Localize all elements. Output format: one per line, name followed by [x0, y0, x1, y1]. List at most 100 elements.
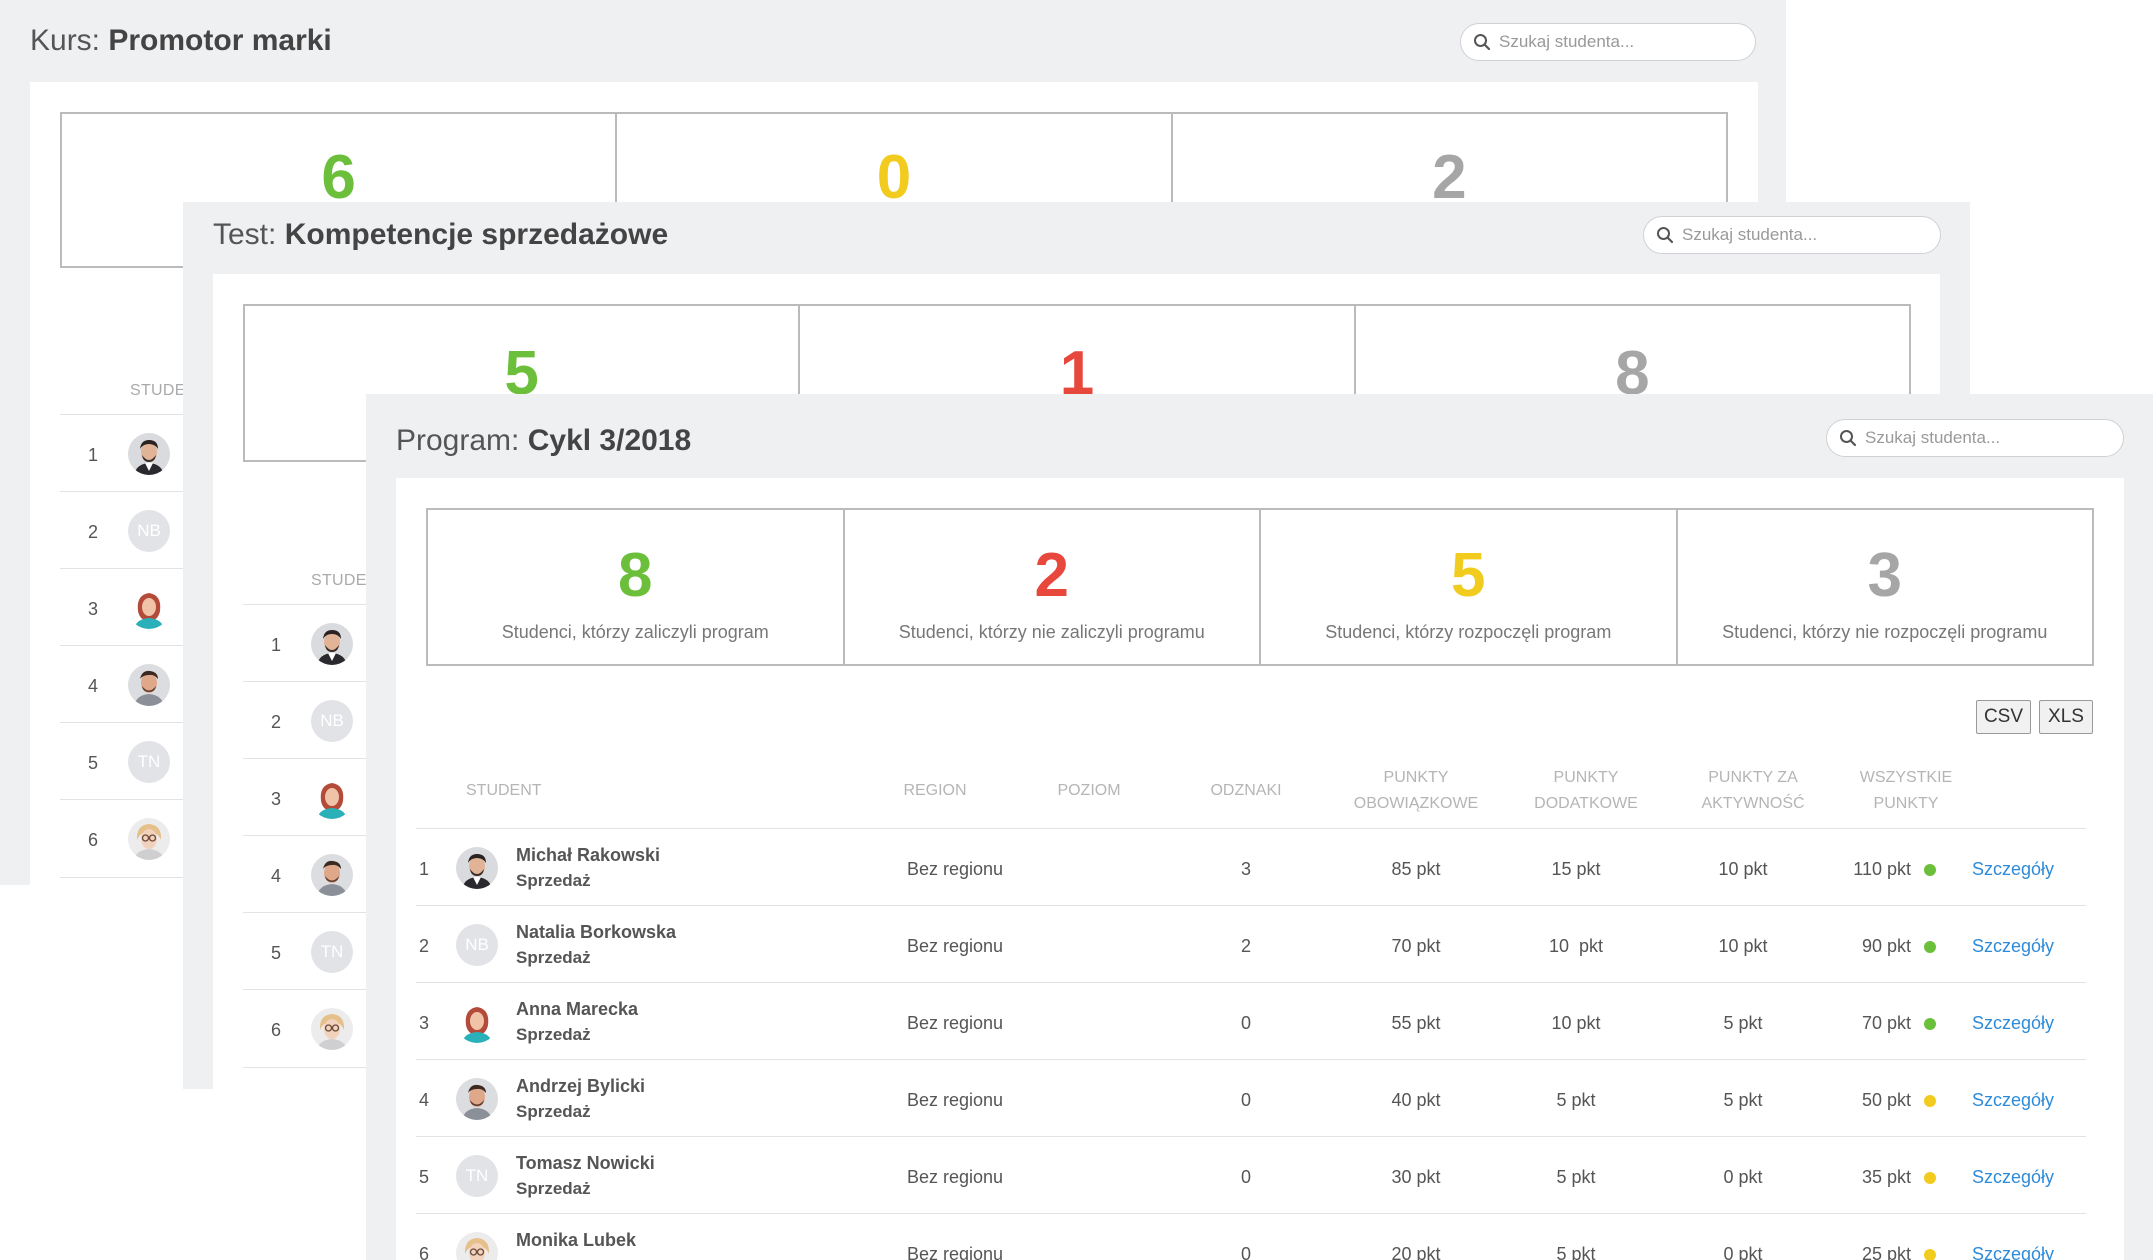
mandatory-points-value: 30 pkt [1391, 1167, 1441, 1187]
col-total-points[interactable]: WSZYSTKIE PUNKTY [1836, 765, 1976, 817]
avatar [311, 777, 353, 819]
total-points-value: 25 pkt [1861, 1244, 1911, 1260]
student-name[interactable]: Monika Lubek [516, 1230, 636, 1251]
course-type-label: Kurs: [30, 24, 101, 57]
row-number: 1 [88, 445, 99, 465]
col-student-label: STUDENT [466, 782, 542, 799]
student-department: Sprzedaż [516, 1025, 591, 1044]
stat-failed-label: Studenci, którzy nie zaliczyli programu [898, 622, 1205, 642]
avatar [128, 664, 170, 706]
col-student[interactable]: STUDENT [466, 778, 542, 804]
mandatory-points-value: 85 pkt [1391, 859, 1441, 879]
row-number: 3 [271, 789, 282, 809]
course-name: Promotor marki [108, 24, 332, 57]
col-region[interactable]: REGION [880, 778, 990, 804]
stat-passed: 8 Studenci, którzy zaliczyli program [428, 510, 845, 664]
details-link[interactable]: Szczegóły [1972, 1244, 2054, 1260]
total-points-value: 35 pkt [1861, 1167, 1911, 1187]
col-mandatory-label-2: OBOWIĄZKOWE [1353, 795, 1479, 812]
total-points-value: 70 pkt [1861, 1013, 1911, 1033]
badges-value: 0 [1240, 1244, 1251, 1260]
details-link[interactable]: Szczegóły [1972, 859, 2054, 880]
stat-failed-value: 2 [1034, 541, 1069, 610]
activity-points-value: 5 pkt [1723, 1013, 1763, 1033]
status-dot [1924, 1172, 1936, 1184]
details-link[interactable]: Szczegóły [1972, 1090, 2054, 1111]
student-name[interactable]: Anna Marecka [516, 999, 638, 1020]
program-stats: 8 Studenci, którzy zaliczyli program 2 S… [426, 508, 2094, 666]
program-name: Cykl 3/2018 [527, 424, 692, 457]
status-dot [1924, 1018, 1936, 1030]
avatar [311, 854, 353, 896]
row-number: 4 [88, 676, 99, 696]
program-content: 8 Studenci, którzy zaliczyli program 2 S… [396, 478, 2124, 1260]
table-row: 2 NB Natalia Borkowska Sprzedaż Bez regi… [416, 905, 2086, 983]
student-name[interactable]: Tomasz Nowicki [516, 1153, 655, 1174]
avatar [456, 847, 498, 889]
total-points-value: 50 pkt [1861, 1090, 1911, 1110]
avatar: NB [128, 510, 170, 552]
avatar: NB [311, 700, 353, 742]
col-activity-label-2: AKTYWNOŚĆ [1701, 795, 1805, 812]
course-search-input[interactable]: Szukaj studenta... [1460, 23, 1756, 61]
mandatory-points-value: 40 pkt [1391, 1090, 1441, 1110]
badges-value: 2 [1240, 936, 1251, 956]
badges-value: 0 [1240, 1090, 1251, 1110]
row-number: 4 [271, 866, 282, 886]
avatar [311, 623, 353, 665]
mandatory-points-value: 20 pkt [1391, 1244, 1441, 1260]
details-link[interactable]: Szczegóły [1972, 1167, 2054, 1188]
details-link[interactable]: Szczegóły [1972, 936, 2054, 957]
search-icon [1656, 226, 1674, 244]
col-activity-points[interactable]: PUNKTY ZA AKTYWNOŚĆ [1678, 765, 1828, 817]
mandatory-points-value: 70 pkt [1391, 936, 1441, 956]
program-search-input[interactable]: Szukaj studenta... [1826, 419, 2124, 457]
col-badges[interactable]: ODZNAKI [1186, 778, 1306, 804]
status-dot [1924, 941, 1936, 953]
col-mandatory-points[interactable]: PUNKTY OBOWIĄZKOWE [1326, 765, 1506, 817]
test-search-input[interactable]: Szukaj studenta... [1643, 216, 1941, 254]
student-name[interactable]: Michał Rakowski [516, 845, 660, 866]
row-number: 2 [419, 936, 430, 956]
test-col-student: STUDE [311, 572, 367, 589]
activity-points-value: 10 pkt [1718, 936, 1768, 956]
student-name[interactable]: Andrzej Bylicki [516, 1076, 645, 1097]
bonus-points-value: 5 pkt [1556, 1244, 1596, 1260]
csv-export-button[interactable]: CSV [1976, 700, 2031, 734]
stat-notstarted-value: 3 [1867, 541, 1902, 610]
stat-started-value: 5 [1451, 541, 1486, 610]
xls-export-button[interactable]: XLS [2039, 700, 2093, 734]
search-icon [1473, 33, 1491, 51]
table-row: 6 Monika Lubek Bez regionu 0 20 pkt 5 pk… [416, 1213, 2086, 1260]
student-department: Sprzedaż [516, 1179, 591, 1198]
row-number: 4 [419, 1090, 430, 1110]
row-number: 6 [419, 1244, 430, 1260]
badges-value: 0 [1240, 1167, 1251, 1187]
program-type-label: Program: [396, 424, 520, 457]
details-link[interactable]: Szczegóły [1972, 1013, 2054, 1034]
search-placeholder: Szukaj studenta... [1499, 32, 1635, 51]
stat-started-label: Studenci, którzy rozpoczęli program [1325, 622, 1612, 642]
col-level[interactable]: POZIOM [1034, 778, 1144, 804]
avatar [456, 1232, 498, 1260]
student-department: Sprzedaż [516, 1102, 591, 1121]
program-title: Program: Cykl 3/2018 [396, 424, 691, 458]
row-number: 5 [88, 753, 99, 773]
stat-failed: 2 Studenci, którzy nie zaliczyli program… [845, 510, 1261, 664]
search-placeholder: Szukaj studenta... [1865, 428, 2001, 447]
region-value: Bez regionu [906, 859, 1004, 879]
total-points-value: 90 pkt [1861, 936, 1911, 956]
test-type-label: Test: [213, 218, 277, 251]
search-placeholder: Szukaj studenta... [1682, 225, 1818, 244]
region-value: Bez regionu [906, 1167, 1004, 1187]
col-bonus-points[interactable]: PUNKTY DODATKOWE [1511, 765, 1661, 817]
region-value: Bez regionu [906, 1244, 1004, 1260]
search-icon [1839, 429, 1857, 447]
bonus-points-value: 10 pkt [1548, 936, 1604, 956]
col-bonus-label-2: DODATKOWE [1534, 795, 1638, 812]
student-name[interactable]: Natalia Borkowska [516, 922, 676, 943]
test-name: Kompetencje sprzedażowe [284, 218, 669, 251]
avatar: TN [128, 741, 170, 783]
course-title: Kurs: Promotor marki [30, 24, 332, 58]
row-number: 3 [419, 1013, 430, 1033]
